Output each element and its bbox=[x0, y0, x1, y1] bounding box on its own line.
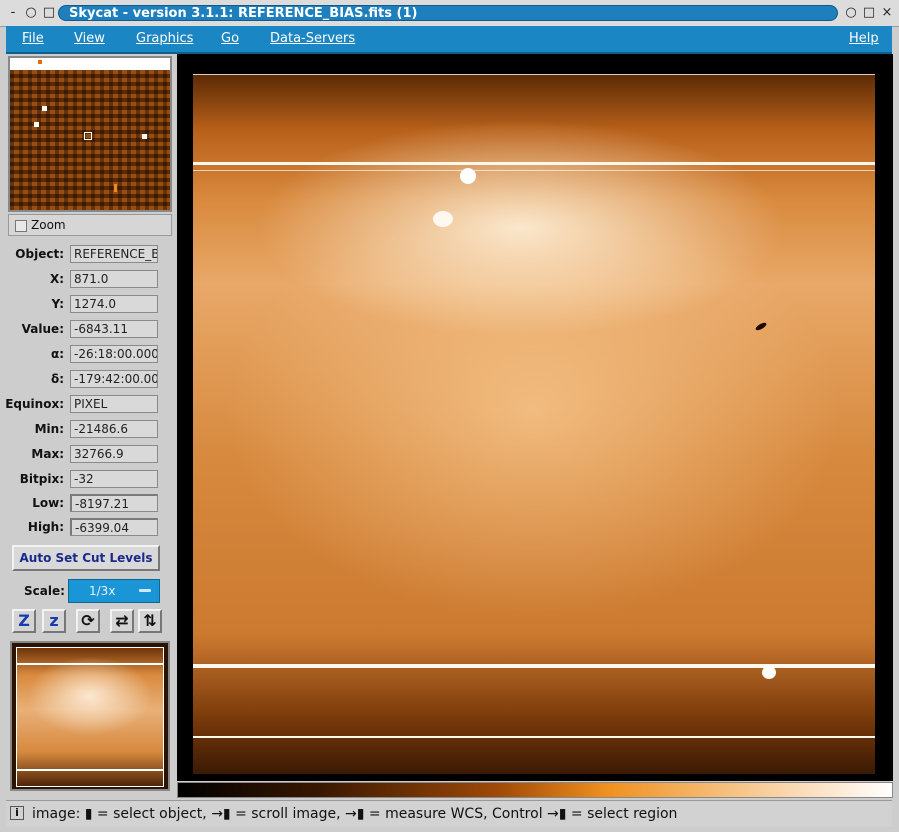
max-label: Max: bbox=[31, 447, 64, 461]
image-canvas[interactable] bbox=[177, 54, 893, 781]
bright-row bbox=[193, 170, 875, 171]
menu-view[interactable]: View bbox=[74, 31, 105, 46]
close-icon[interactable]: × bbox=[880, 6, 894, 20]
menu-bar: File View Graphics Go Data-Servers Help bbox=[6, 26, 892, 54]
alpha-value: -26:18:00.000 bbox=[70, 345, 158, 363]
menu-graphics[interactable]: Graphics bbox=[136, 31, 193, 46]
magnifier-cursor bbox=[84, 132, 92, 140]
auto-set-cut-levels-button[interactable]: Auto Set Cut Levels bbox=[12, 545, 160, 571]
max-row: Max: 32766.9 bbox=[6, 444, 176, 466]
x-row: X: 871.0 bbox=[6, 269, 176, 291]
alpha-label: α: bbox=[50, 347, 64, 361]
title-bar: - ○ □ Skycat - version 3.1.1: REFERENCE_… bbox=[0, 0, 899, 27]
star-marker bbox=[34, 122, 39, 127]
star-marker bbox=[42, 106, 47, 111]
magnifier-view bbox=[8, 56, 172, 212]
minimize-icon[interactable]: ○ bbox=[24, 6, 38, 20]
restore-icon[interactable]: □ bbox=[862, 6, 876, 20]
zoom-checkbox[interactable] bbox=[15, 220, 27, 232]
high-label: High: bbox=[27, 520, 64, 534]
y-value: 1274.0 bbox=[70, 295, 158, 313]
y-label: Y: bbox=[51, 297, 64, 311]
maximize-icon[interactable]: □ bbox=[42, 6, 56, 20]
menu-go[interactable]: Go bbox=[221, 31, 239, 46]
x-label: X: bbox=[49, 272, 64, 286]
equinox-value: PIXEL bbox=[70, 395, 158, 413]
status-text: image: ▮ = select object, →▮ = scroll im… bbox=[32, 806, 678, 822]
delta-label: δ: bbox=[50, 372, 64, 386]
bright-row bbox=[193, 162, 875, 165]
flip-y-icon: ⇅ bbox=[143, 611, 157, 630]
panner-view[interactable] bbox=[10, 641, 170, 791]
y-row: Y: 1274.0 bbox=[6, 294, 176, 316]
zoom-in-icon: Z bbox=[18, 611, 30, 630]
bright-source bbox=[762, 666, 776, 679]
high-input[interactable]: -6399.04 bbox=[70, 518, 158, 536]
x-value: 871.0 bbox=[70, 270, 158, 288]
menu-help[interactable]: Help bbox=[849, 31, 879, 46]
star-marker bbox=[142, 134, 147, 139]
delta-row: δ: -179:42:00.00 bbox=[6, 369, 176, 391]
bitpix-value: -32 bbox=[70, 470, 158, 488]
min-row: Min: -21486.6 bbox=[6, 419, 176, 441]
zoom-in-button[interactable]: Z bbox=[12, 609, 36, 633]
zoom-toggle[interactable]: Zoom bbox=[8, 214, 172, 236]
status-bar: i image: ▮ = select object, →▮ = scroll … bbox=[6, 800, 892, 827]
low-label: Low: bbox=[32, 496, 64, 510]
rotate-button[interactable]: ⟳ bbox=[76, 609, 100, 633]
scale-select[interactable]: 1/3x bbox=[68, 579, 160, 603]
low-row: Low: -8197.21 bbox=[6, 493, 176, 515]
object-label: Object: bbox=[15, 247, 64, 261]
bitpix-label: Bitpix: bbox=[19, 472, 64, 486]
menu-data-servers[interactable]: Data-Servers bbox=[270, 31, 355, 46]
window-menu-icon[interactable]: - bbox=[6, 6, 20, 20]
zoom-out-button[interactable]: z bbox=[42, 609, 66, 633]
window-title: Skycat - version 3.1.1: REFERENCE_BIAS.f… bbox=[58, 5, 838, 21]
object-row: Object: REFERENCE_BIAS.fits bbox=[6, 244, 176, 266]
bright-row bbox=[193, 736, 875, 738]
value-row: Value: -6843.11 bbox=[6, 319, 176, 341]
equinox-row: Equinox: PIXEL bbox=[5, 394, 176, 416]
scale-value: 1/3x bbox=[89, 584, 116, 598]
option-menu-indicator-icon bbox=[139, 589, 151, 592]
menu-file[interactable]: File bbox=[22, 31, 44, 46]
alpha-row: α: -26:18:00.000 bbox=[6, 344, 176, 366]
bright-source bbox=[433, 211, 453, 227]
colorbar[interactable] bbox=[177, 782, 893, 798]
max-value: 32766.9 bbox=[70, 445, 158, 463]
scale-label: Scale: bbox=[24, 584, 65, 598]
bright-source bbox=[460, 168, 476, 184]
equinox-label: Equinox: bbox=[5, 397, 64, 411]
low-input[interactable]: -8197.21 bbox=[70, 494, 158, 512]
pixel-value-label: Value: bbox=[21, 322, 64, 336]
flip-x-button[interactable]: ⇄ bbox=[110, 609, 134, 633]
bitpix-row: Bitpix: -32 bbox=[6, 469, 176, 491]
min-value: -21486.6 bbox=[70, 420, 158, 438]
bright-row bbox=[193, 74, 875, 75]
zoom-label: Zoom bbox=[31, 218, 66, 232]
delta-value: -179:42:00.00 bbox=[70, 370, 158, 388]
object-value: REFERENCE_BIAS.fits bbox=[70, 245, 158, 263]
info-icon: i bbox=[10, 806, 24, 820]
min-label: Min: bbox=[34, 422, 64, 436]
zoom-out-icon: z bbox=[49, 611, 59, 630]
flip-y-button[interactable]: ⇅ bbox=[138, 609, 162, 633]
panner-viewport-rect[interactable] bbox=[16, 647, 164, 787]
pixel-value: -6843.11 bbox=[70, 320, 158, 338]
rotate-icon: ⟳ bbox=[81, 611, 95, 630]
shade-icon[interactable]: ○ bbox=[844, 6, 858, 20]
high-row: High: -6399.04 bbox=[6, 517, 176, 539]
flip-x-icon: ⇄ bbox=[115, 611, 129, 630]
